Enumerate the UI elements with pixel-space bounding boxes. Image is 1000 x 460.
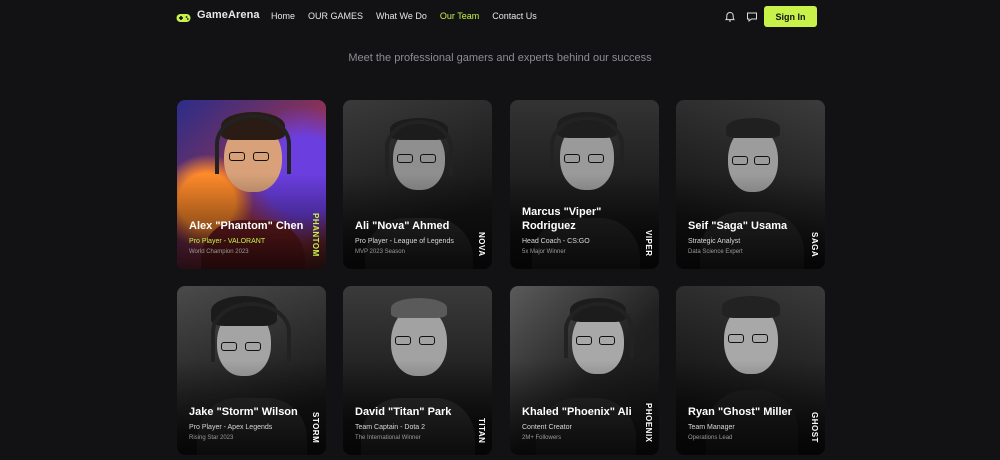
member-name: Marcus "Viper" Rodriguez xyxy=(522,206,602,232)
top-navbar: GameArena Home OUR GAMES What We Do Our … xyxy=(0,0,1000,34)
member-tag: PHOENIX xyxy=(644,403,653,443)
member-tag: VIPER xyxy=(644,230,653,257)
member-tag: PHANTOM xyxy=(311,213,320,257)
brand-logo[interactable]: GameArena xyxy=(176,9,260,22)
member-name: David "Titan" Park xyxy=(355,406,452,418)
member-name: Jake "Storm" Wilson xyxy=(189,406,298,418)
member-tag: TITAN xyxy=(477,417,486,443)
nav-our-games[interactable]: OUR GAMES xyxy=(308,11,363,21)
member-achievement: Rising Star 2023 xyxy=(189,435,234,441)
chat-icon[interactable] xyxy=(746,10,758,23)
nav-our-team[interactable]: Our Team xyxy=(440,11,479,21)
bell-icon[interactable] xyxy=(724,10,736,22)
member-achievement: 5x Major Winner xyxy=(522,249,566,255)
nav-contact-us[interactable]: Contact Us xyxy=(492,11,537,21)
gamepad-icon xyxy=(176,10,191,22)
member-tag: SAGA xyxy=(810,231,819,257)
member-achievement: Operations Lead xyxy=(688,435,733,441)
member-tag: STORM xyxy=(311,411,320,443)
member-role: Pro Player - VALORANT xyxy=(189,238,266,245)
member-role: Head Coach - CS:GO xyxy=(522,238,590,245)
team-card[interactable]: Khaled "Phoenix" Ali Content Creator 2M+… xyxy=(510,286,659,455)
member-role: Strategic Analyst xyxy=(688,238,741,245)
member-achievement: World Champion 2023 xyxy=(189,249,249,255)
member-name: Seif "Saga" Usama xyxy=(688,220,788,232)
member-tag: GHOST xyxy=(810,412,819,443)
nav-what-we-do[interactable]: What We Do xyxy=(376,11,427,21)
team-card[interactable]: David "Titan" Park Team Captain - Dota 2… xyxy=(343,286,492,455)
team-card[interactable]: Ali "Nova" Ahmed Pro Player - League of … xyxy=(343,100,492,269)
member-role: Pro Player - League of Legends xyxy=(355,238,454,245)
team-card[interactable]: Alex "Phantom" Chen Pro Player - VALORAN… xyxy=(177,100,326,269)
member-role: Content Creator xyxy=(522,424,572,431)
member-achievement: The International Winner xyxy=(355,435,421,441)
section-subtitle: Meet the professional gamers and experts… xyxy=(348,52,652,64)
member-name: Alex "Phantom" Chen xyxy=(189,220,304,232)
member-role: Pro Player - Apex Legends xyxy=(189,424,273,431)
brand-name: GameArena xyxy=(197,9,260,21)
team-card[interactable]: Seif "Saga" Usama Strategic Analyst Data… xyxy=(676,100,825,269)
team-card[interactable]: Marcus "Viper" Rodriguez Head Coach - CS… xyxy=(510,100,659,269)
sign-in-button[interactable]: Sign In xyxy=(764,6,817,27)
member-achievement: MVP 2023 Season xyxy=(355,249,405,255)
member-role: Team Manager xyxy=(688,424,735,431)
nav-menu: Home OUR GAMES What We Do Our Team Conta… xyxy=(271,11,537,21)
team-card[interactable]: Jake "Storm" Wilson Pro Player - Apex Le… xyxy=(177,286,326,455)
nav-home[interactable]: Home xyxy=(271,11,295,21)
member-name: Khaled "Phoenix" Ali xyxy=(522,406,632,418)
member-name: Ali "Nova" Ahmed xyxy=(355,220,450,232)
member-name: Ryan "Ghost" Miller xyxy=(688,406,792,418)
member-tag: NOVA xyxy=(477,232,486,257)
team-card[interactable]: Ryan "Ghost" Miller Team Manager Operati… xyxy=(676,286,825,455)
member-role: Team Captain - Dota 2 xyxy=(355,424,426,431)
member-achievement: Data Science Expert xyxy=(688,249,743,255)
member-achievement: 2M+ Followers xyxy=(522,435,562,441)
